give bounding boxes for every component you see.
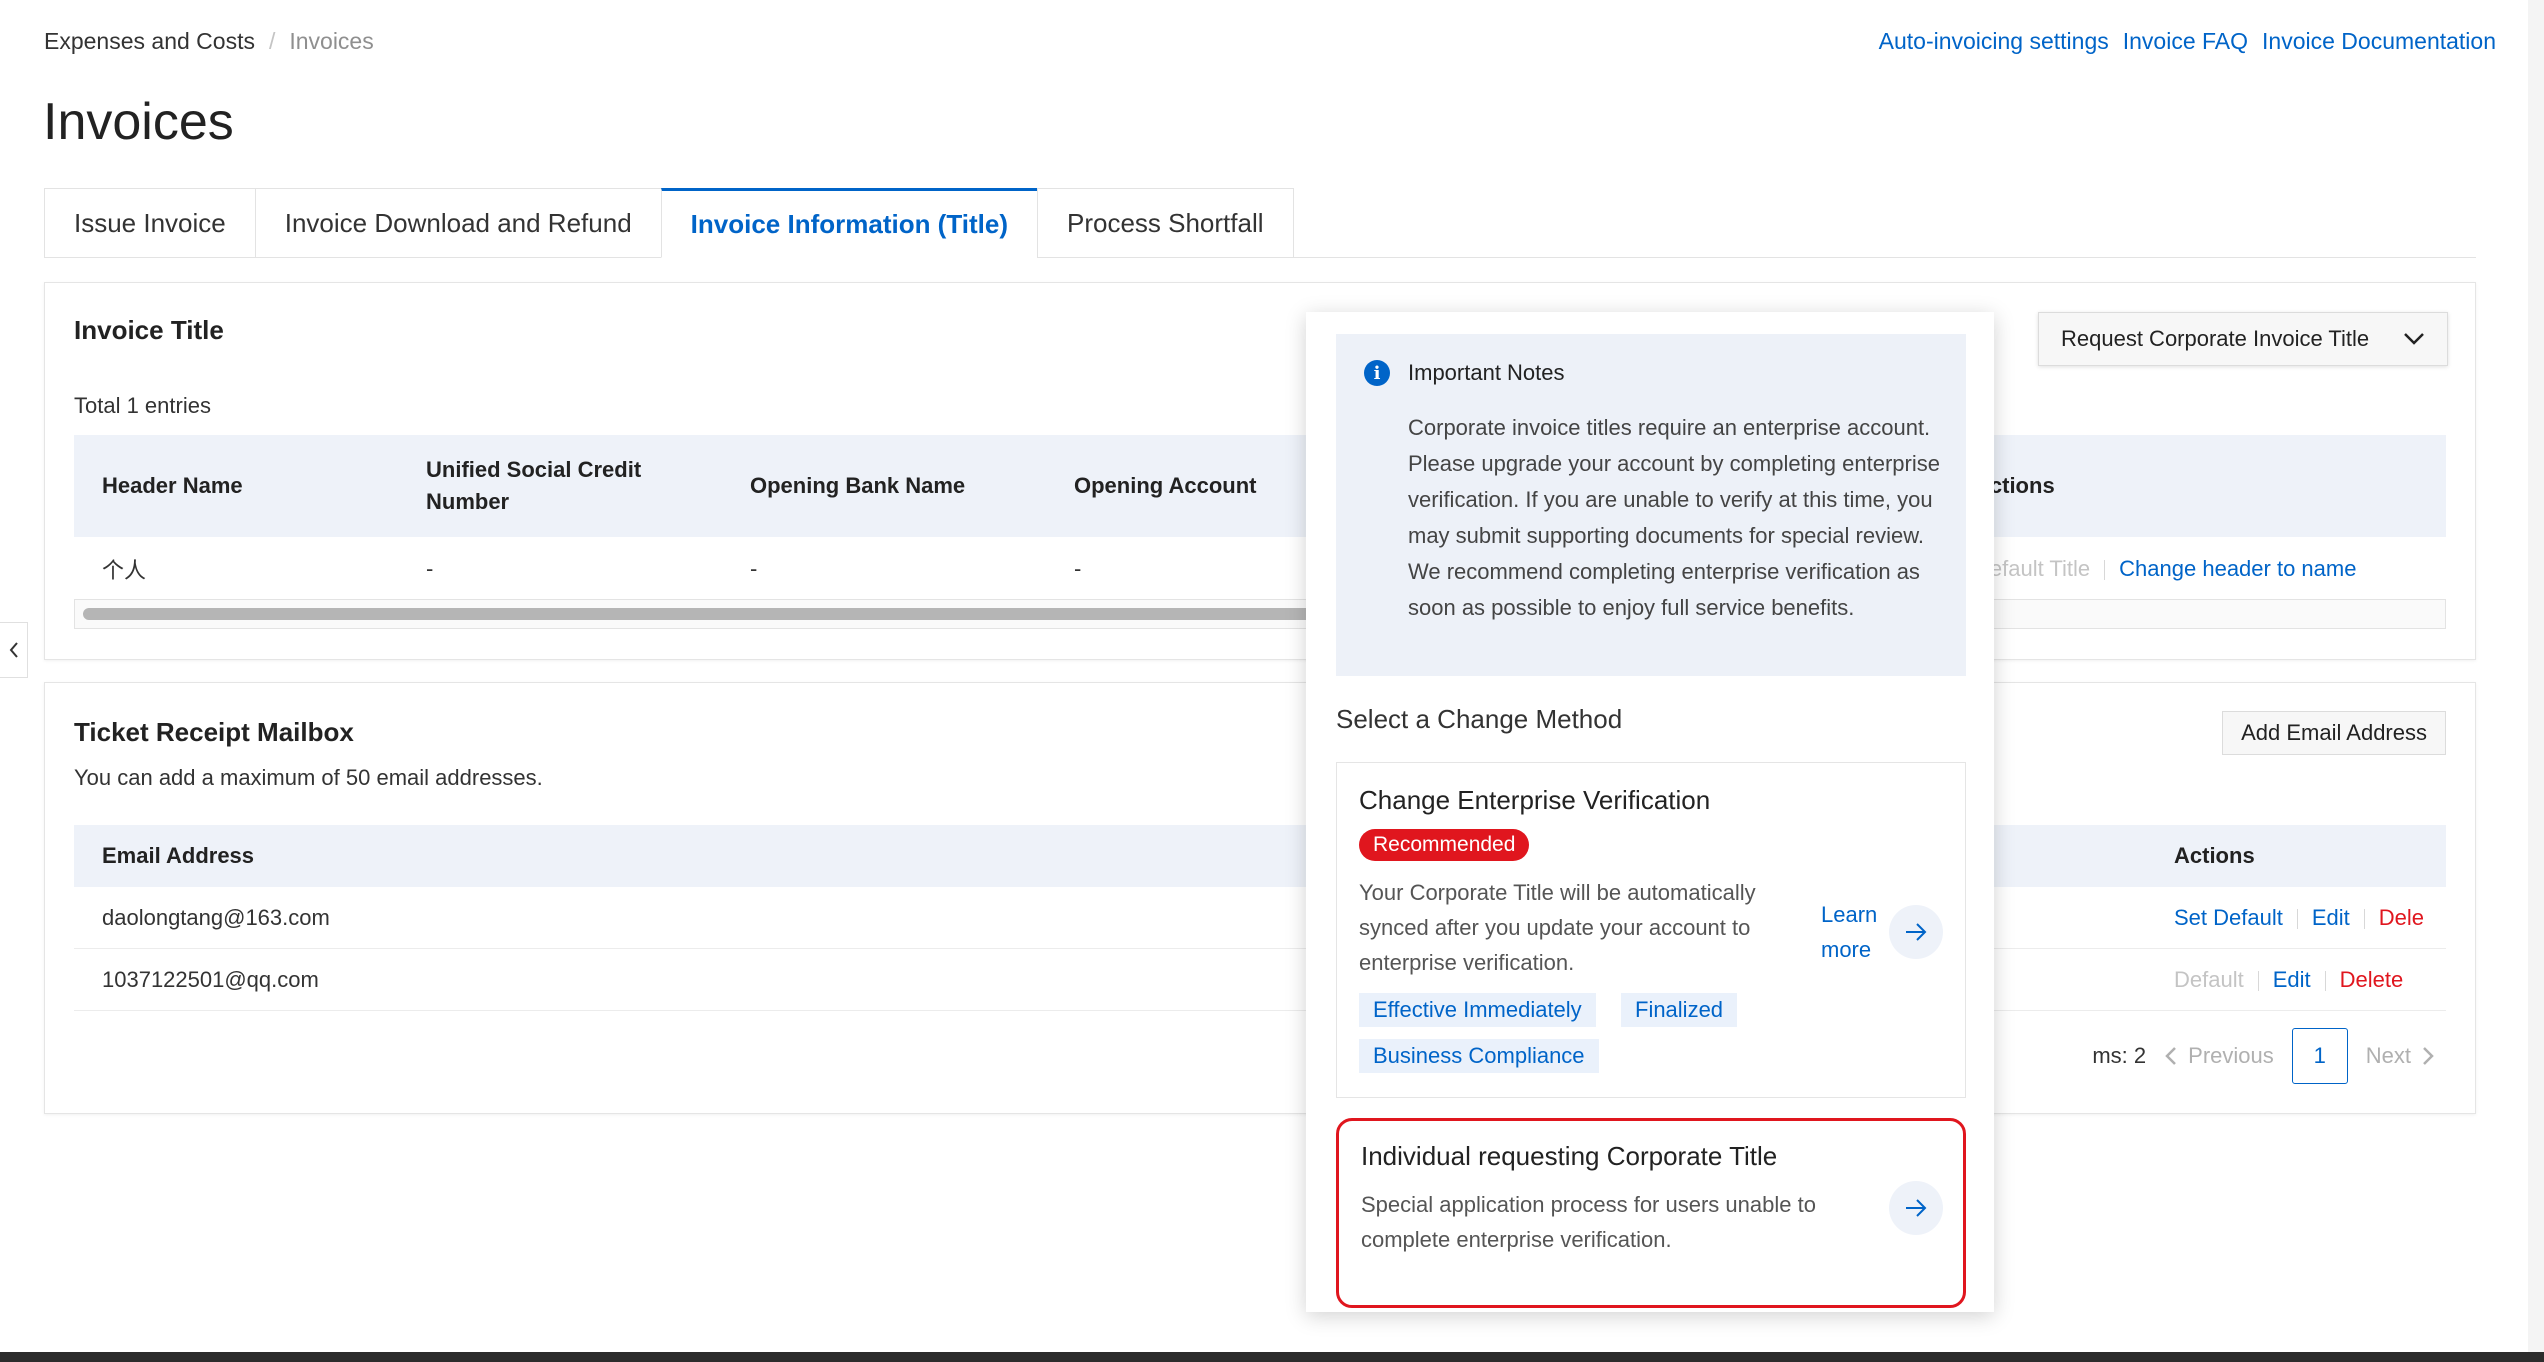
arrow-right-icon (1906, 923, 1927, 941)
important-notes-box: i Important Notes Corporate invoice titl… (1336, 334, 1966, 676)
action-divider (2257, 970, 2259, 991)
credit-number-cell: - (426, 555, 434, 581)
previous-label: Previous (2188, 1043, 2274, 1068)
chevron-left-icon (2165, 1047, 2177, 1065)
header-name-cell: 个人 (102, 557, 147, 583)
delete-link[interactable]: Dele (2379, 905, 2424, 930)
set-default-link[interactable]: Set Default (2174, 905, 2283, 930)
mailbox-card: Ticket Receipt Mailbox You can add a max… (44, 682, 2476, 1114)
chevron-left-icon (9, 642, 18, 658)
request-corporate-title-button[interactable]: Request Corporate Invoice Title (2038, 312, 2448, 366)
action-divider (2104, 559, 2106, 580)
tab-invoice-download-refund[interactable]: Invoice Download and Refund (254, 188, 661, 258)
method-heading: Select a Change Method (1336, 704, 1623, 734)
delete-link[interactable]: Delete (2340, 967, 2404, 992)
table-header: Email Address Actions (74, 825, 2446, 887)
page-number-button[interactable]: 1 (2291, 1028, 2348, 1084)
breadcrumb-parent[interactable]: Expenses and Costs (44, 28, 255, 55)
arrow-right-button[interactable] (1889, 905, 1943, 959)
option-description: Special application process for users un… (1361, 1192, 1816, 1252)
email-table: Email Address Actions daolongtang@163.co… (74, 825, 2446, 1011)
request-title-dropdown: i Important Notes Corporate invoice titl… (1306, 312, 1994, 1312)
arrow-right-icon (1906, 1199, 1927, 1217)
previous-button[interactable]: Previous (2164, 1043, 2274, 1069)
action-divider (2296, 908, 2298, 929)
next-button[interactable]: Next (2366, 1043, 2435, 1069)
recommended-badge: Recommended (1359, 829, 1530, 861)
invoice-title-heading: Invoice Title (74, 315, 224, 345)
chevron-down-icon (2404, 333, 2424, 345)
table-row: 1037122501@qq.com Default Edit Delete (74, 949, 2446, 1011)
option-title: Individual requesting Corporate Title (1361, 1141, 1778, 1171)
invoice-documentation-link[interactable]: Invoice Documentation (2262, 28, 2496, 55)
column-credit-number: Unified Social Credit Number (426, 457, 642, 514)
mailbox-heading: Ticket Receipt Mailbox (74, 717, 354, 747)
table-header: Header Name Unified Social Credit Number… (74, 435, 2446, 537)
invoice-faq-link[interactable]: Invoice FAQ (2123, 28, 2248, 55)
column-actions: Actions (2174, 843, 2255, 868)
edit-link[interactable]: Edit (2312, 905, 2350, 930)
items-count: ms: 2 (2092, 1043, 2147, 1068)
default-label: Default (2174, 966, 2244, 992)
action-divider (2324, 970, 2326, 991)
pagination: ms: 2 Previous 1 Next (2092, 1028, 2435, 1084)
tab-process-shortfall[interactable]: Process Shortfall (1036, 188, 1294, 258)
total-entries-text: Total 1 entries (74, 393, 211, 418)
tab-issue-invoice[interactable]: Issue Invoice (44, 188, 255, 258)
arrow-right-button[interactable] (1889, 1181, 1943, 1235)
option-title: Change Enterprise Verification (1359, 785, 1711, 815)
collapse-sidebar-button[interactable] (0, 622, 28, 678)
option-description: Your Corporate Title will be automatical… (1359, 880, 1756, 975)
chevron-right-icon (2423, 1047, 2434, 1065)
invoice-title-table: Header Name Unified Social Credit Number… (74, 435, 2446, 601)
request-corporate-title-label: Request Corporate Invoice Title (2061, 326, 2370, 351)
taskbar-strip (0, 1352, 2544, 1362)
column-bank-name: Opening Bank Name (750, 473, 966, 498)
edit-link[interactable]: Edit (2273, 967, 2311, 992)
change-header-link[interactable]: Change header to name (2119, 556, 2356, 581)
action-divider (2363, 908, 2365, 929)
learn-more-link[interactable]: Learn more (1821, 897, 1891, 967)
tab-bar: Issue Invoice Invoice Download and Refun… (44, 188, 2476, 258)
notice-title: Important Notes (1408, 360, 1565, 385)
bank-name-cell: - (750, 555, 758, 581)
scrollbar-thumb[interactable] (83, 608, 1383, 620)
add-email-button[interactable]: Add Email Address (2222, 711, 2446, 755)
info-icon: i (1364, 360, 1390, 386)
breadcrumb-separator: / (268, 28, 276, 54)
next-label: Next (2365, 1043, 2411, 1068)
table-row: 个人 - - - Default Title Change header to n… (74, 537, 2446, 601)
horizontal-scrollbar[interactable] (74, 599, 2446, 629)
column-actions: Actions (1974, 473, 2055, 498)
actions-cell: Default Title Change header to name (1946, 556, 2366, 582)
breadcrumb-current: Invoices (289, 28, 374, 54)
tag-effective-immediately: Effective Immediately (1359, 993, 1596, 1027)
option-enterprise-verification[interactable]: Change Enterprise Verification Recommend… (1336, 762, 1966, 1098)
tab-invoice-information[interactable]: Invoice Information (Title) (660, 188, 1037, 258)
tag-business-compliance: Business Compliance (1359, 1039, 1599, 1073)
top-links: Auto-invoicing settings Invoice FAQ Invo… (1879, 28, 2496, 55)
right-edge-strip (2528, 0, 2544, 1362)
actions-cell: Default Edit Delete (2146, 967, 2446, 993)
column-header-name: Header Name (102, 473, 243, 498)
option-individual-request[interactable]: Individual requesting Corporate Title Sp… (1336, 1118, 1966, 1308)
auto-invoicing-settings-link[interactable]: Auto-invoicing settings (1879, 28, 2109, 55)
tag-finalized: Finalized (1621, 993, 1738, 1027)
breadcrumb: Expenses and Costs / Invoices (44, 28, 374, 55)
table-row: daolongtang@163.com Set Default Edit Dele (74, 887, 2446, 949)
page-title: Invoices (43, 93, 234, 151)
mailbox-subtitle: You can add a maximum of 50 email addres… (74, 765, 543, 790)
actions-cell: Set Default Edit Dele (2146, 905, 2446, 931)
notice-body: Corporate invoice titles require an ente… (1408, 415, 1940, 620)
